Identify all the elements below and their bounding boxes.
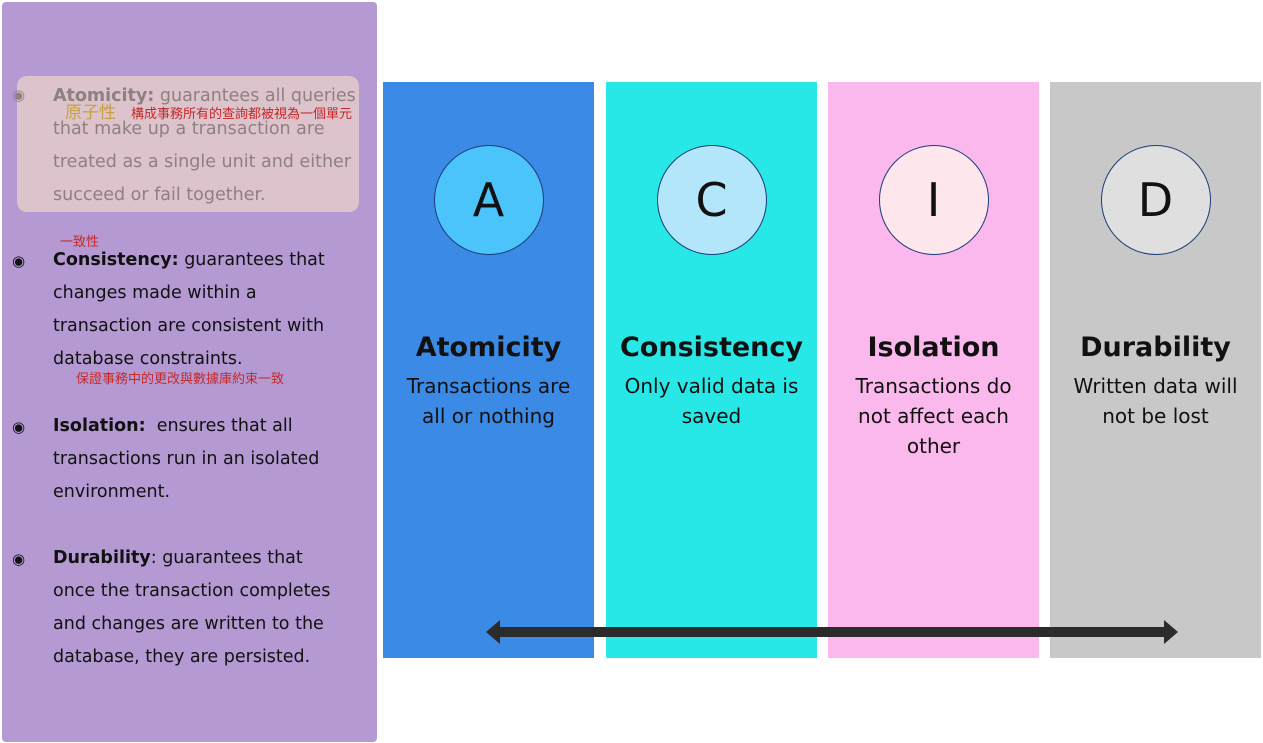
property-text: Consistency: guarantees that changes mad… xyxy=(53,244,358,376)
bullet-icon: ◉ xyxy=(12,550,26,568)
double-arrow-icon xyxy=(486,620,1178,644)
arrow-shape xyxy=(486,620,1178,644)
letter-circle: C xyxy=(656,145,767,255)
letter-circle: D xyxy=(1100,145,1211,255)
letter-circle: I xyxy=(878,145,989,255)
bullet-icon: ◉ xyxy=(12,86,26,104)
property-term: Durability xyxy=(53,548,151,568)
column-title: Consistency xyxy=(619,332,804,363)
letter-circle: A xyxy=(433,145,544,255)
acid-column-isolation: I Isolation Transactions do not affect e… xyxy=(828,82,1039,658)
column-title: Atomicity xyxy=(415,332,562,363)
property-text: Isolation: ensures that all transactions… xyxy=(53,410,333,509)
property-term: Isolation: xyxy=(53,416,146,436)
column-title: Durability xyxy=(1080,332,1231,363)
acid-column-durability: D Durability Written data will not be lo… xyxy=(1050,82,1261,658)
bullet-icon: ◉ xyxy=(12,252,26,270)
annotation-text: 構成事務所有的查詢都被視為一個單元 xyxy=(131,107,353,122)
bullet-icon: ◉ xyxy=(12,418,26,436)
column-description: Only valid data is saved xyxy=(624,374,799,428)
acid-column-consistency: C Consistency Only valid data is saved xyxy=(606,82,817,658)
acid-column-atomicity: A Atomicity Transactions are all or noth… xyxy=(383,82,594,658)
column-description: Written data will not be lost xyxy=(1073,374,1238,428)
annotation-text: 保證事務中的更改與數據庫約束一致 xyxy=(76,372,285,387)
annotation-term: 原子性 xyxy=(65,103,116,123)
property-term: Consistency: xyxy=(53,250,179,270)
column-description: Transactions do not affect each other xyxy=(855,374,1012,458)
column-description: Transactions are all or nothing xyxy=(406,374,571,428)
column-title: Isolation xyxy=(867,332,1000,363)
property-text: Durability: guarantees that once the tra… xyxy=(53,542,348,674)
